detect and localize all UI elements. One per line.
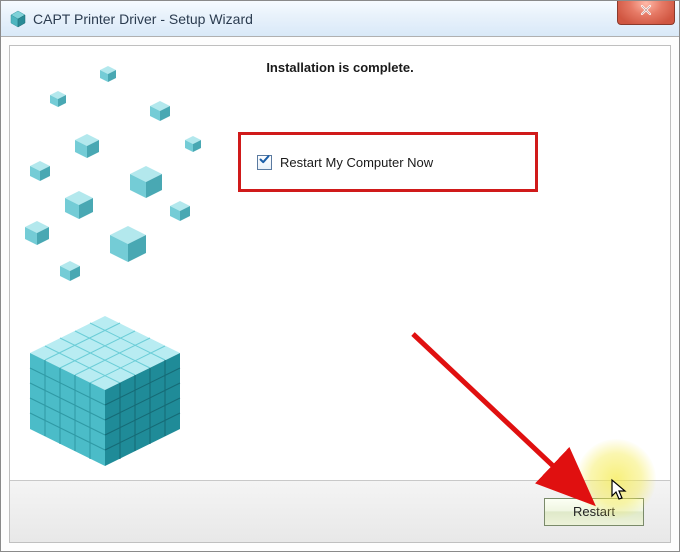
restart-checkbox[interactable] <box>257 155 272 170</box>
restart-option-highlight: Restart My Computer Now <box>238 132 538 192</box>
decorative-graphic <box>10 46 220 480</box>
restart-checkbox-label: Restart My Computer Now <box>280 155 433 170</box>
window-title: CAPT Printer Driver - Setup Wizard <box>33 11 253 27</box>
restart-button-label: Restart <box>573 504 615 519</box>
bottom-bar: Restart <box>10 480 670 542</box>
titlebar: CAPT Printer Driver - Setup Wizard <box>1 1 679 37</box>
setup-wizard-window: CAPT Printer Driver - Setup Wizard <box>0 0 680 552</box>
close-button[interactable] <box>617 1 675 25</box>
restart-button[interactable]: Restart <box>544 498 644 526</box>
installation-complete-message: Installation is complete. <box>266 60 413 75</box>
content-area: Installation is complete. Restart My Com… <box>9 45 671 543</box>
checkmark-icon <box>258 153 271 171</box>
installer-app-icon <box>9 10 27 28</box>
close-icon <box>639 3 653 22</box>
